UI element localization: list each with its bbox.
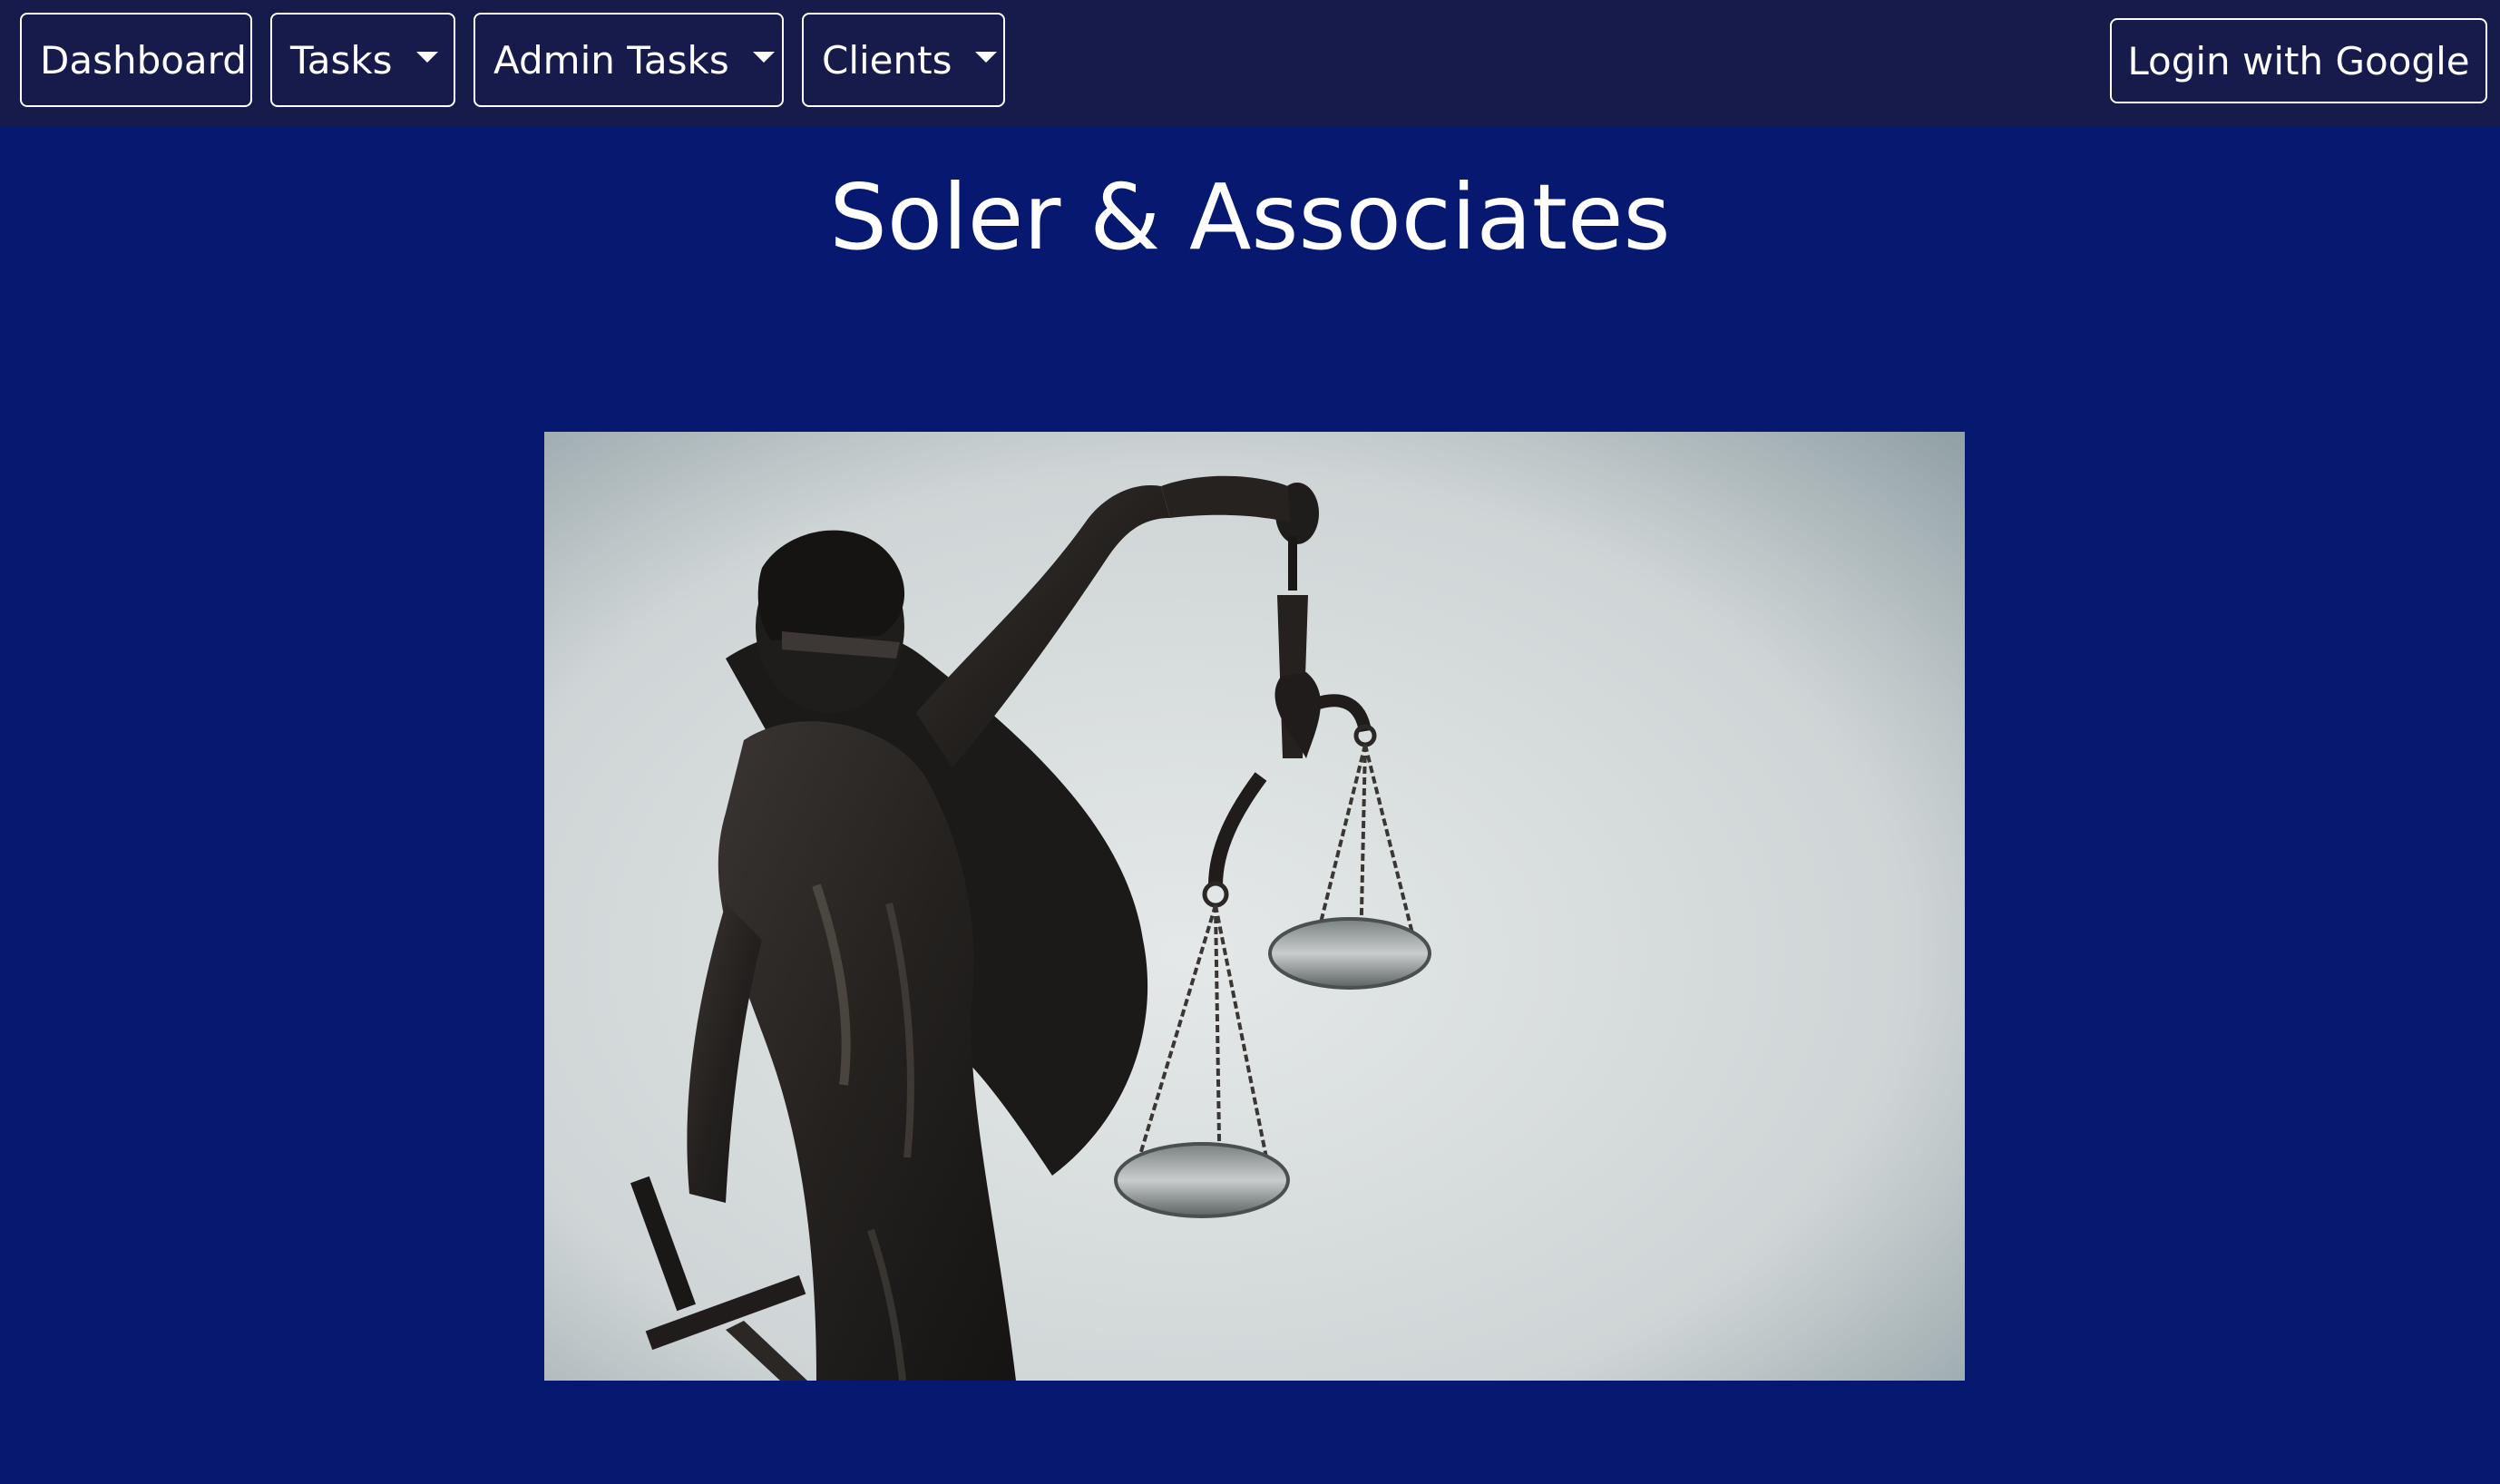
lady-justice-statue-image bbox=[544, 432, 1965, 1381]
login-with-google-button[interactable]: Login with Google bbox=[2110, 18, 2487, 103]
caret-down-icon bbox=[975, 52, 998, 63]
page-title: Soler & Associates bbox=[829, 164, 1671, 270]
nav-admin-tasks-label: Admin Tasks bbox=[493, 37, 729, 83]
top-navbar: Dashboard Tasks Admin Tasks Clients Logi… bbox=[0, 0, 2500, 127]
login-label: Login with Google bbox=[2127, 38, 2470, 83]
nav-tasks-dropdown[interactable]: Tasks bbox=[270, 13, 455, 107]
caret-down-icon bbox=[415, 52, 438, 63]
nav-clients-label: Clients bbox=[822, 37, 952, 83]
nav-dashboard-label: Dashboard bbox=[40, 37, 247, 83]
nav-admin-tasks-dropdown[interactable]: Admin Tasks bbox=[474, 13, 784, 107]
caret-down-icon bbox=[752, 52, 775, 63]
nav-clients-dropdown[interactable]: Clients bbox=[802, 13, 1005, 107]
nav-tasks-label: Tasks bbox=[290, 37, 393, 83]
nav-dashboard-button[interactable]: Dashboard bbox=[20, 13, 252, 107]
